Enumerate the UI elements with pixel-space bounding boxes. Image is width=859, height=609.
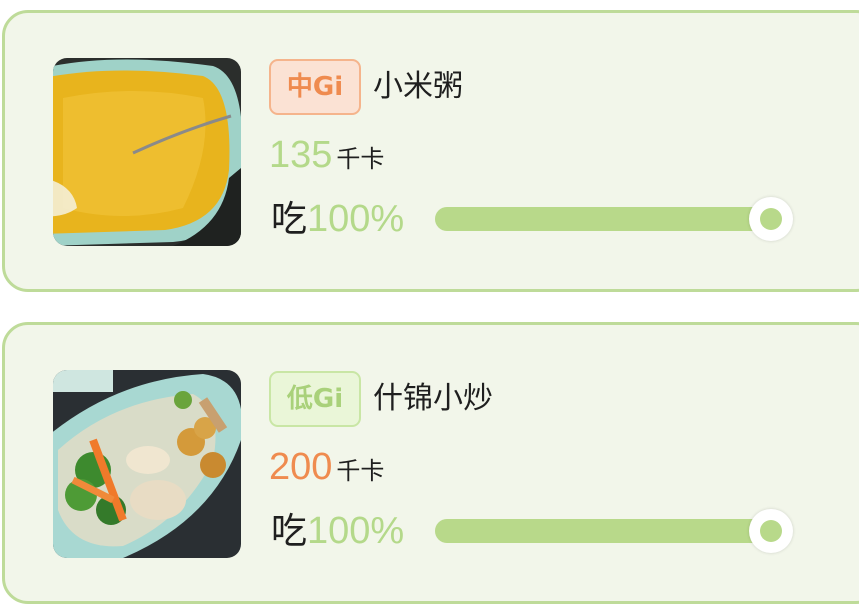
portion-slider-handle[interactable]: [749, 197, 793, 241]
eat-percent: 100%: [307, 510, 405, 552]
calories-unit: 千卡: [336, 145, 385, 173]
food-photo: [53, 58, 241, 246]
eat-label: 吃: [271, 511, 308, 552]
food-photo: [53, 370, 241, 558]
portion-slider[interactable]: [435, 509, 793, 553]
gi-badge: 中Gi: [269, 59, 361, 115]
portion-slider-fill: [435, 519, 771, 543]
food-name: 小米粥: [373, 69, 463, 104]
eat-label: 吃: [271, 199, 308, 240]
eat-amount: 吃100%: [271, 507, 404, 556]
calories-value: 200: [269, 446, 333, 488]
calories-value: 135: [269, 134, 333, 176]
calories: 200 千卡: [269, 445, 384, 489]
gi-badge: 低Gi: [269, 371, 361, 427]
portion-slider-fill: [435, 207, 771, 231]
calories: 135 千卡: [269, 133, 384, 177]
food-card[interactable]: 低Gi 什锦小炒 200 千卡 吃100%: [2, 322, 859, 604]
food-card[interactable]: 中Gi 小米粥 135 千卡 吃100%: [2, 10, 859, 292]
eat-percent: 100%: [307, 198, 405, 240]
calories-unit: 千卡: [336, 457, 385, 485]
food-name: 什锦小炒: [373, 381, 493, 416]
portion-slider[interactable]: [435, 197, 793, 241]
portion-slider-handle[interactable]: [749, 509, 793, 553]
eat-amount: 吃100%: [271, 195, 404, 244]
